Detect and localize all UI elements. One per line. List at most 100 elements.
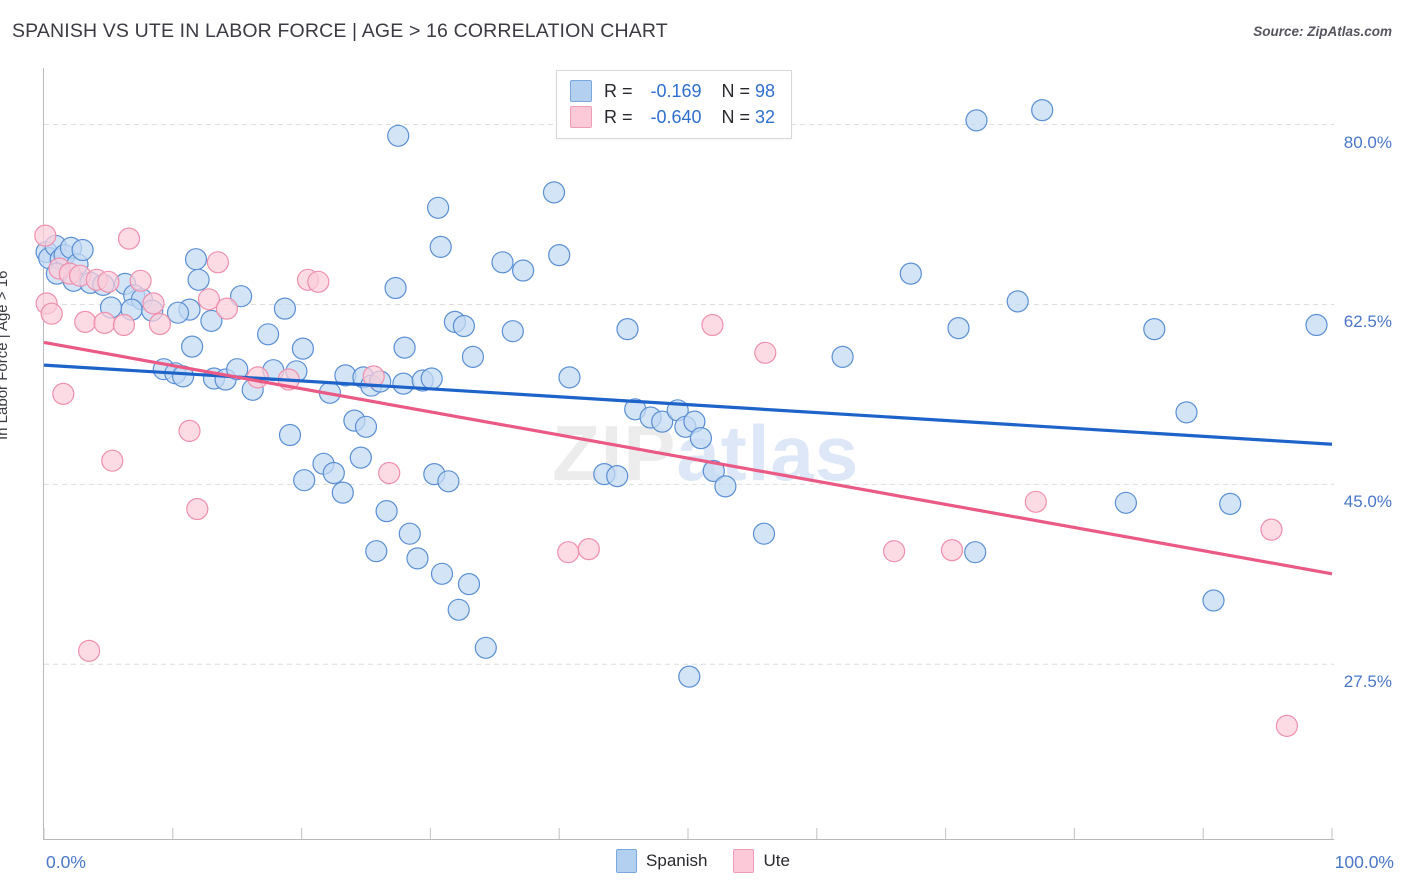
scatter-point-spanish: [616, 318, 639, 341]
scatter-point-spanish: [714, 475, 737, 498]
scatter-point-ute: [557, 541, 580, 564]
scatter-point-spanish: [1219, 492, 1242, 515]
scatter-point-ute: [307, 270, 330, 293]
scatter-point-ute: [378, 461, 401, 485]
ute-color-swatch: [570, 106, 592, 128]
scatter-point-spanish: [752, 522, 776, 545]
scatter-point-spanish: [491, 251, 514, 274]
scatter-point-ute: [52, 382, 75, 405]
ute-r-value: -0.640: [650, 106, 702, 127]
legend-label-spanish: Spanish: [646, 851, 708, 870]
ute-r-label: R =: [604, 106, 633, 127]
scatter-point-ute: [34, 224, 57, 247]
scatter-point-spanish: [437, 470, 460, 493]
x-axis-ticks-group: [43, 828, 1333, 839]
scatter-point-spanish: [278, 423, 302, 447]
gridlines-group: [44, 124, 1334, 665]
trendline-ute: [43, 340, 1333, 576]
legend-label-ute: Ute: [763, 851, 790, 870]
scatter-point-spanish: [430, 562, 454, 585]
scatter-point-ute: [142, 292, 165, 315]
scatter-point-ute: [74, 310, 97, 333]
scatter-point-spanish: [387, 124, 410, 147]
scatter-point-spanish: [384, 276, 407, 300]
scatter-point-spanish: [511, 259, 535, 282]
scatter-point-spanish: [322, 461, 345, 485]
scatter-point-spanish: [1305, 313, 1328, 337]
scatter-point-spanish: [166, 301, 190, 324]
scatter-point-spanish: [447, 598, 470, 621]
scatter-point-spanish: [392, 372, 415, 395]
scatter-point-spanish: [1202, 589, 1225, 612]
scatter-point-ute: [882, 540, 906, 563]
scatter-point-spanish: [71, 238, 94, 262]
scatter-point-spanish: [689, 427, 713, 450]
scatter-point-spanish: [474, 636, 497, 659]
scatter-point-ute: [1260, 518, 1283, 541]
legend-entry-spanish[interactable]: Spanish: [616, 849, 707, 873]
scatter-point-ute: [215, 297, 238, 320]
spanish-r-value: -0.169: [650, 80, 702, 101]
stats-row-ute: R = -0.640 N = 32: [570, 104, 775, 130]
scatter-point-spanish: [429, 235, 452, 258]
scatter-point-spanish: [548, 244, 571, 267]
scatter-point-ute: [186, 497, 209, 521]
scatter-point-spanish: [558, 366, 581, 389]
legend-swatch-spanish: [616, 849, 638, 873]
scatter-point-ute: [148, 312, 171, 336]
scatter-point-spanish: [291, 337, 314, 360]
scatter-point-spanish: [965, 109, 988, 132]
scatter-point-ute: [940, 538, 964, 562]
spanish-color-swatch: [570, 80, 592, 102]
scatter-point-spanish: [365, 540, 388, 563]
scatter-point-spanish: [1006, 290, 1029, 313]
scatter-point-spanish: [947, 317, 970, 340]
scatter-point-spanish: [427, 196, 450, 219]
scatter-point-spanish: [349, 446, 372, 469]
scatter-point-ute: [1024, 490, 1047, 513]
scatter-point-spanish: [393, 336, 416, 359]
scatter-point-spanish: [1175, 401, 1198, 424]
scatter-point-spanish: [964, 541, 987, 564]
scatter-point-ute: [97, 270, 120, 293]
legend-entry-ute[interactable]: Ute: [733, 849, 790, 873]
scatter-point-ute: [112, 313, 136, 337]
legend-swatch-ute: [733, 849, 755, 873]
scatter-point-spanish: [542, 181, 566, 204]
stats-row-spanish: R = -0.169 N = 98: [570, 78, 775, 104]
scatter-point-spanish: [187, 268, 210, 291]
scatter-point-spanish: [420, 367, 443, 390]
scatter-point-ute: [1275, 714, 1299, 738]
chart-page: SPANISH VS UTE IN LABOR FORCE | AGE > 16…: [0, 0, 1406, 892]
scatter-point-spanish: [398, 522, 421, 545]
scatter-point-spanish: [899, 262, 922, 285]
scatter-point-spanish: [375, 500, 398, 523]
x-axis-min-label: 0.0%: [46, 852, 86, 872]
scatter-point-spanish: [461, 345, 484, 368]
y-axis-tick-label: 45.0%: [1343, 492, 1392, 512]
scatter-point-spanish: [184, 248, 208, 271]
scatter-point-spanish: [1114, 491, 1138, 514]
scatter-point-spanish: [293, 469, 316, 492]
scatter-point-ute: [577, 537, 600, 561]
scatter-point-ute: [40, 302, 63, 325]
scatter-point-ute: [93, 311, 116, 334]
y-axis-tick-label: 80.0%: [1343, 132, 1392, 152]
scatter-point-spanish: [1143, 318, 1166, 341]
y-axis-tick-label: 62.5%: [1343, 312, 1392, 332]
scatter-point-spanish: [406, 547, 429, 570]
ute-n-label: N =: [721, 106, 751, 127]
scatter-point-ute: [77, 639, 101, 663]
scatter-point-spanish: [273, 297, 296, 320]
scatter-point-ute: [117, 227, 141, 250]
y-axis-tick-label: 27.5%: [1343, 672, 1392, 692]
scatter-point-spanish: [354, 415, 378, 438]
scatter-point-spanish: [606, 465, 629, 488]
scatter-point-spanish: [181, 335, 204, 358]
scatter-point-ute: [178, 419, 201, 442]
data-points-group: [34, 98, 1328, 738]
scatter-point-ute: [129, 269, 152, 292]
scatter-point-spanish: [1031, 98, 1054, 122]
trendlines-group: [43, 340, 1333, 576]
correlation-stats-legend: R = -0.169 N = 98 R = -0.640 N = 32: [556, 70, 793, 139]
